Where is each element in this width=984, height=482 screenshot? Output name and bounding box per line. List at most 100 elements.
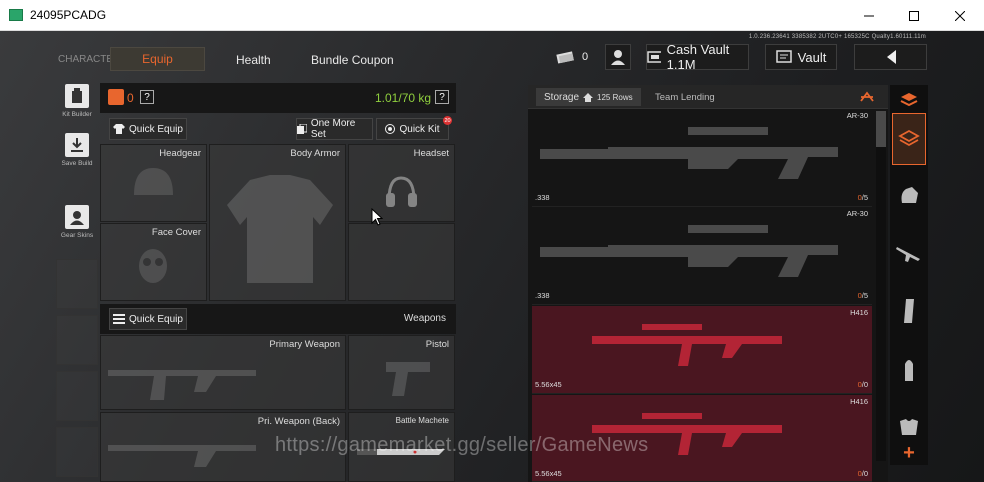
gear-skins-button[interactable]: Gear Skins <box>56 205 98 239</box>
rifle-ghost-icon <box>108 370 256 400</box>
quick-equip-label: Quick Equip <box>129 123 183 135</box>
primary-weapon-label: Primary Weapon <box>269 339 340 350</box>
storage-item-row[interactable]: AR-30.338 0/5 <box>532 109 872 207</box>
empty-gear-slot[interactable] <box>348 223 455 301</box>
tab-health[interactable]: Health <box>236 53 271 67</box>
category-armor[interactable] <box>892 113 926 165</box>
cash-count: 0 <box>581 51 589 63</box>
window-title: 24095PCADG <box>30 8 107 22</box>
body-armor-slot[interactable]: Body Armor <box>209 144 346 301</box>
item-caliber: 5.56x45 <box>535 380 562 389</box>
armor-stack-icon <box>898 129 920 147</box>
item-count-max: /5 <box>861 193 868 202</box>
headgear-slot[interactable]: Headgear <box>100 144 207 222</box>
headgear-label: Headgear <box>159 148 201 159</box>
storage-item-row[interactable]: H416 5.56x45 0/0 <box>532 306 872 394</box>
category-header-icon[interactable] <box>892 87 926 111</box>
pistol-slot[interactable]: Pistol <box>348 335 455 410</box>
quick-equip-button[interactable]: Quick Equip <box>109 118 187 140</box>
cash-vault-icon <box>647 51 661 63</box>
kit-icon <box>385 124 396 134</box>
watermark: https://gamemarket.gg/seller/GameNews <box>275 434 649 456</box>
vest-icon <box>108 89 124 105</box>
weapons-quick-equip-button[interactable]: Quick Equip <box>109 308 187 330</box>
help-icon[interactable]: ? <box>140 90 154 104</box>
back-button[interactable] <box>854 44 927 70</box>
empty-slot <box>56 315 98 365</box>
equip-header: 0 ? 1.01/70 kg ? <box>100 83 456 113</box>
category-sidebar: + <box>890 85 928 465</box>
one-more-set-label: One More Set <box>310 118 356 140</box>
quick-kit-button[interactable]: Quick Kit <box>376 118 449 140</box>
weapon-image-icon <box>540 225 838 277</box>
one-more-set-button[interactable]: One More Set <box>296 118 373 140</box>
item-count-max: /5 <box>861 291 868 300</box>
save-icon <box>65 133 89 157</box>
headset-label: Headset <box>413 148 449 159</box>
gear-skins-label: Gear Skins <box>60 232 94 239</box>
category-magazines[interactable] <box>892 285 926 337</box>
melee-label: Battle Machete <box>395 416 449 425</box>
weapons-quick-equip-label: Quick Equip <box>129 313 183 325</box>
item-caliber: 5.56x45 <box>535 469 562 478</box>
kit-builder-label: Kit Builder <box>62 111 92 118</box>
storage-panel: Storage 125 Rows Team Lending AR-30.338 0… <box>528 85 888 482</box>
operator-button[interactable] <box>605 44 631 70</box>
minimize-button[interactable] <box>846 0 892 31</box>
cash-counter: 0 <box>552 44 592 70</box>
app-window: 24095PCADG 1.0.236.23641 3385382 2UTC0+ … <box>0 0 984 482</box>
headset-slot[interactable]: Headset <box>348 144 455 222</box>
vault-label: Vault <box>797 49 827 65</box>
face-cover-icon <box>139 249 167 283</box>
save-build-button[interactable]: Save Build <box>56 133 98 167</box>
tab-storage[interactable]: Storage 125 Rows <box>536 88 641 106</box>
empty-slot <box>56 259 98 309</box>
operator-icon <box>611 50 625 65</box>
sort-icon[interactable] <box>858 89 876 105</box>
tab-equip[interactable]: Equip <box>110 47 205 71</box>
equip-count: 0 <box>127 91 134 105</box>
minimize-icon <box>864 15 874 16</box>
maximize-button[interactable] <box>891 0 937 31</box>
category-ammo[interactable] <box>892 343 926 395</box>
gear-skins-icon <box>65 205 89 229</box>
weapon-image-icon <box>540 127 838 179</box>
storage-scrollbar[interactable] <box>876 111 886 461</box>
kit-builder-button[interactable]: Kit Builder <box>56 84 98 118</box>
stack-icon <box>113 314 126 324</box>
game-viewport: 1.0.236.23641 3385382 2UTC0+ 165325C Qua… <box>0 31 984 482</box>
primary-weapon-slot[interactable]: Primary Weapon <box>100 335 346 410</box>
item-count: 0/5 <box>858 291 868 300</box>
category-weapons[interactable] <box>892 227 926 279</box>
empty-slot <box>56 371 98 421</box>
body-armor-label: Body Armor <box>290 148 340 159</box>
app-icon <box>9 9 23 21</box>
primary-back-label: Pri. Weapon (Back) <box>257 416 340 427</box>
close-icon <box>955 10 965 21</box>
item-caliber: .338 <box>535 193 550 202</box>
home-icon <box>583 92 594 102</box>
magazine-icon <box>904 299 914 323</box>
item-caliber: .338 <box>535 291 550 300</box>
rifle-icon <box>896 247 920 262</box>
backpack-icon <box>901 187 918 203</box>
add-category-button[interactable]: + <box>892 441 926 465</box>
rows-label: 125 Rows <box>597 92 633 102</box>
save-build-label: Save Build <box>61 160 93 167</box>
ammo-icon <box>905 360 913 381</box>
shirt-icon <box>113 124 126 134</box>
armor-stack-icon <box>900 93 918 107</box>
close-button[interactable] <box>937 0 983 31</box>
weight-help-icon[interactable]: ? <box>435 90 449 104</box>
cash-vault-button[interactable]: Cash Vault 1.1M <box>646 42 749 72</box>
face-cover-label: Face Cover <box>151 227 201 238</box>
back-chevron-icon <box>886 50 896 64</box>
scrollbar-thumb[interactable] <box>876 111 886 147</box>
storage-item-row[interactable]: AR-30.338 0/5 <box>532 207 872 305</box>
category-backpack[interactable] <box>892 169 926 221</box>
vault-button[interactable]: Vault <box>765 44 837 70</box>
tab-team-lending[interactable]: Team Lending <box>655 92 715 103</box>
face-cover-slot[interactable]: Face Cover <box>100 223 207 301</box>
vest-icon <box>900 419 918 435</box>
tab-bundle-coupon[interactable]: Bundle Coupon <box>311 53 394 67</box>
